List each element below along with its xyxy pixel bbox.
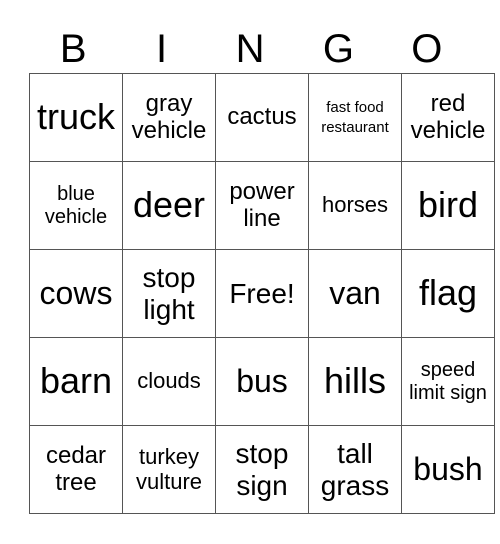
free-space[interactable]: Free! xyxy=(215,249,309,338)
grid-row: cows stop light Free! van flag xyxy=(29,249,495,338)
bingo-cell[interactable]: tall grass xyxy=(308,425,402,514)
bingo-grid: truck gray vehicle cactus fast food rest… xyxy=(29,73,495,514)
bingo-cell[interactable]: power line xyxy=(215,161,309,250)
bingo-header: B I N G O xyxy=(29,26,471,72)
grid-row: truck gray vehicle cactus fast food rest… xyxy=(29,73,495,162)
bingo-cell[interactable]: stop sign xyxy=(215,425,309,514)
bingo-cell[interactable]: horses xyxy=(308,161,402,250)
bingo-cell[interactable]: turkey vulture xyxy=(122,425,216,514)
bingo-cell[interactable]: bird xyxy=(401,161,495,250)
bingo-cell[interactable]: van xyxy=(308,249,402,338)
bingo-cell[interactable]: hills xyxy=(308,337,402,426)
bingo-cell[interactable]: speed limit sign xyxy=(401,337,495,426)
bingo-cell[interactable]: stop light xyxy=(122,249,216,338)
bingo-cell[interactable]: clouds xyxy=(122,337,216,426)
bingo-cell[interactable]: cactus xyxy=(215,73,309,162)
bingo-cell[interactable]: deer xyxy=(122,161,216,250)
bingo-cell[interactable]: flag xyxy=(401,249,495,338)
grid-row: cedar tree turkey vulture stop sign tall… xyxy=(29,425,495,514)
bingo-cell[interactable]: bus xyxy=(215,337,309,426)
bingo-cell[interactable]: barn xyxy=(29,337,123,426)
grid-row: blue vehicle deer power line horses bird xyxy=(29,161,495,250)
header-letter-n: N xyxy=(235,27,265,71)
bingo-cell[interactable]: bush xyxy=(401,425,495,514)
bingo-cell[interactable]: truck xyxy=(29,73,123,162)
header-letter-i: I xyxy=(156,27,168,71)
header-letter-b: B xyxy=(59,27,87,71)
header-letter-o: O xyxy=(411,27,443,71)
bingo-cell[interactable]: blue vehicle xyxy=(29,161,123,250)
bingo-cell[interactable]: red vehicle xyxy=(401,73,495,162)
bingo-cell[interactable]: fast food restaurant xyxy=(308,73,402,162)
grid-row: barn clouds bus hills speed limit sign xyxy=(29,337,495,426)
bingo-cell[interactable]: cedar tree xyxy=(29,425,123,514)
bingo-cell[interactable]: cows xyxy=(29,249,123,338)
header-letter-g: G xyxy=(322,27,354,71)
bingo-cell[interactable]: gray vehicle xyxy=(122,73,216,162)
